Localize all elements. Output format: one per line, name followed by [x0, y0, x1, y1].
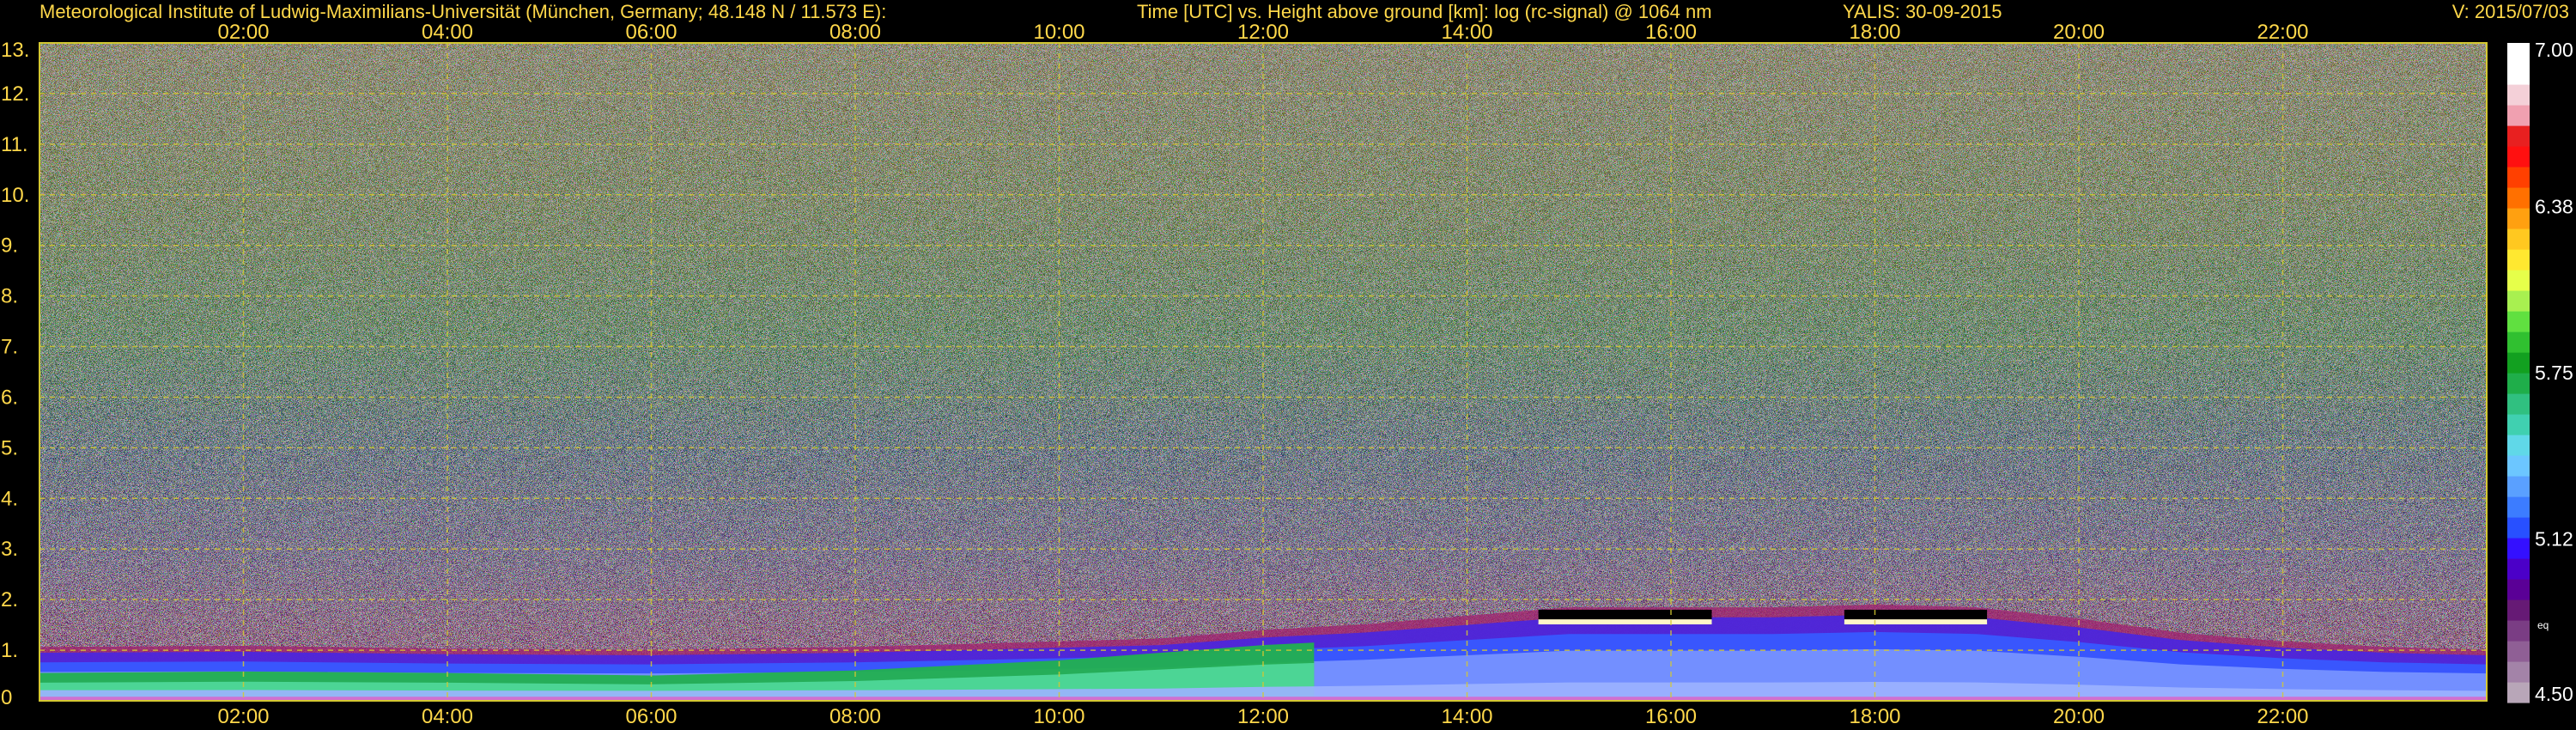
y-tick-label: 10. — [1, 184, 29, 207]
colorbar-segment — [2507, 538, 2530, 559]
y-tick-label: 11. — [1, 133, 28, 156]
colorbar-segment — [2507, 682, 2530, 703]
x-tick-label-top: 18:00 — [1849, 21, 1900, 44]
x-tick-label-top: 10:00 — [1033, 21, 1084, 44]
colorbar-segment — [2507, 641, 2530, 662]
colorbar: 4.50 5.12 5.75 6.38 7.00 eq — [2507, 39, 2573, 705]
colorbar-segment — [2507, 414, 2530, 435]
x-tick-label-top: 12:00 — [1237, 21, 1289, 44]
colorbar-segment — [2507, 208, 2530, 229]
x-tick-label-top: 04:00 — [422, 21, 473, 44]
x-tick-label-bottom: 08:00 — [829, 705, 881, 728]
colorbar-segment — [2507, 373, 2530, 394]
y-tick-label: 4. — [1, 487, 18, 510]
colorbar-segment — [2507, 311, 2530, 332]
colorbar-segment — [2507, 517, 2530, 538]
colorbar-tick-label: 7.00 — [2535, 39, 2573, 61]
x-tick-label-bottom: 20:00 — [2053, 705, 2105, 728]
colorbar-segment — [2507, 249, 2530, 271]
x-tick-label-bottom: 16:00 — [1645, 705, 1697, 728]
y-tick-label: 5. — [1, 436, 18, 459]
x-tick-label-bottom: 04:00 — [422, 705, 473, 728]
x-tick-label-bottom: 06:00 — [625, 705, 677, 728]
colorbar-tick-label: 5.75 — [2535, 362, 2573, 384]
colorbar-segment — [2507, 352, 2530, 374]
colorbar-eq-label: eq — [2537, 619, 2549, 631]
colorbar-segment — [2507, 476, 2530, 497]
x-tick-label-top: 06:00 — [625, 21, 677, 44]
x-tick-label-top: 14:00 — [1441, 21, 1492, 44]
x-tick-label-bottom: 22:00 — [2257, 705, 2308, 728]
colorbar-segment — [2507, 146, 2530, 167]
colorbar-segment — [2507, 270, 2530, 291]
colorbar-segment — [2507, 599, 2530, 621]
colorbar-segment — [2507, 187, 2530, 209]
y-tick-label: 8. — [1, 285, 18, 308]
x-tick-label-top: 20:00 — [2053, 21, 2105, 44]
x-tick-label-top: 16:00 — [1645, 21, 1697, 44]
colorbar-tick-label: 5.12 — [2535, 528, 2573, 551]
lidar-chart: 0 1. 2. 3. 4. 5. 6. 7. 8. 9. 10. 11. 12. 13. 02:00 04:… — [1, 21, 2573, 728]
colorbar-segment — [2507, 661, 2530, 683]
y-tick-label: 0 — [1, 686, 12, 709]
cloud-base — [1538, 619, 1712, 625]
x-tick-label-bottom: 18:00 — [1849, 705, 1900, 728]
colorbar-segment — [2507, 558, 2530, 580]
colorbar-segment — [2507, 332, 2530, 353]
x-axis-top: 02:00 04:00 06:00 08:00 10:00 12:00 14:00 16:00… — [217, 21, 2308, 44]
colorbar-segment — [2507, 84, 2530, 106]
colorbar-segment — [2507, 620, 2530, 642]
x-tick-label-top: 22:00 — [2257, 21, 2308, 44]
x-tick-label-bottom: 14:00 — [1441, 705, 1492, 728]
colorbar-segment — [2507, 290, 2530, 312]
x-tick-label-top: 08:00 — [829, 21, 881, 44]
x-tick-label-top: 02:00 — [217, 21, 269, 44]
colorbar-segment — [2507, 64, 2530, 85]
colorbar-segment — [2507, 125, 2530, 147]
y-tick-label: 6. — [1, 386, 18, 409]
y-tick-label: 13. — [1, 39, 29, 62]
colorbar-tick-label: 4.50 — [2535, 683, 2573, 705]
x-tick-label-bottom: 10:00 — [1033, 705, 1084, 728]
x-axis-bottom: 02:00 04:00 06:00 08:00 10:00 12:00 14:00 16:00… — [217, 705, 2308, 728]
y-tick-label: 3. — [1, 538, 18, 561]
colorbar-segment — [2507, 579, 2530, 600]
colorbar-segment — [2507, 435, 2530, 456]
colorbar-segment — [2507, 228, 2530, 250]
colorbar-tick-label: 6.38 — [2535, 195, 2573, 217]
y-tick-label: 1. — [1, 639, 18, 662]
colorbar-segment — [2507, 167, 2530, 188]
y-tick-label: 12. — [1, 82, 29, 106]
colorbar-segment — [2507, 496, 2530, 518]
y-tick-label: 2. — [1, 588, 18, 611]
y-tick-label: 7. — [1, 336, 18, 359]
y-axis: 0 1. 2. 3. 4. 5. 6. 7. 8. 9. 10. 11. 12. 13. — [1, 39, 29, 709]
colorbar-segment — [2507, 455, 2530, 477]
x-tick-label-bottom: 12:00 — [1237, 705, 1289, 728]
y-tick-label: 9. — [1, 234, 18, 258]
colorbar-segment — [2507, 105, 2530, 126]
x-tick-label-bottom: 02:00 — [217, 705, 269, 728]
cloud-base — [1844, 619, 1988, 625]
colorbar-segment — [2507, 43, 2530, 64]
colorbar-segment — [2507, 393, 2530, 415]
